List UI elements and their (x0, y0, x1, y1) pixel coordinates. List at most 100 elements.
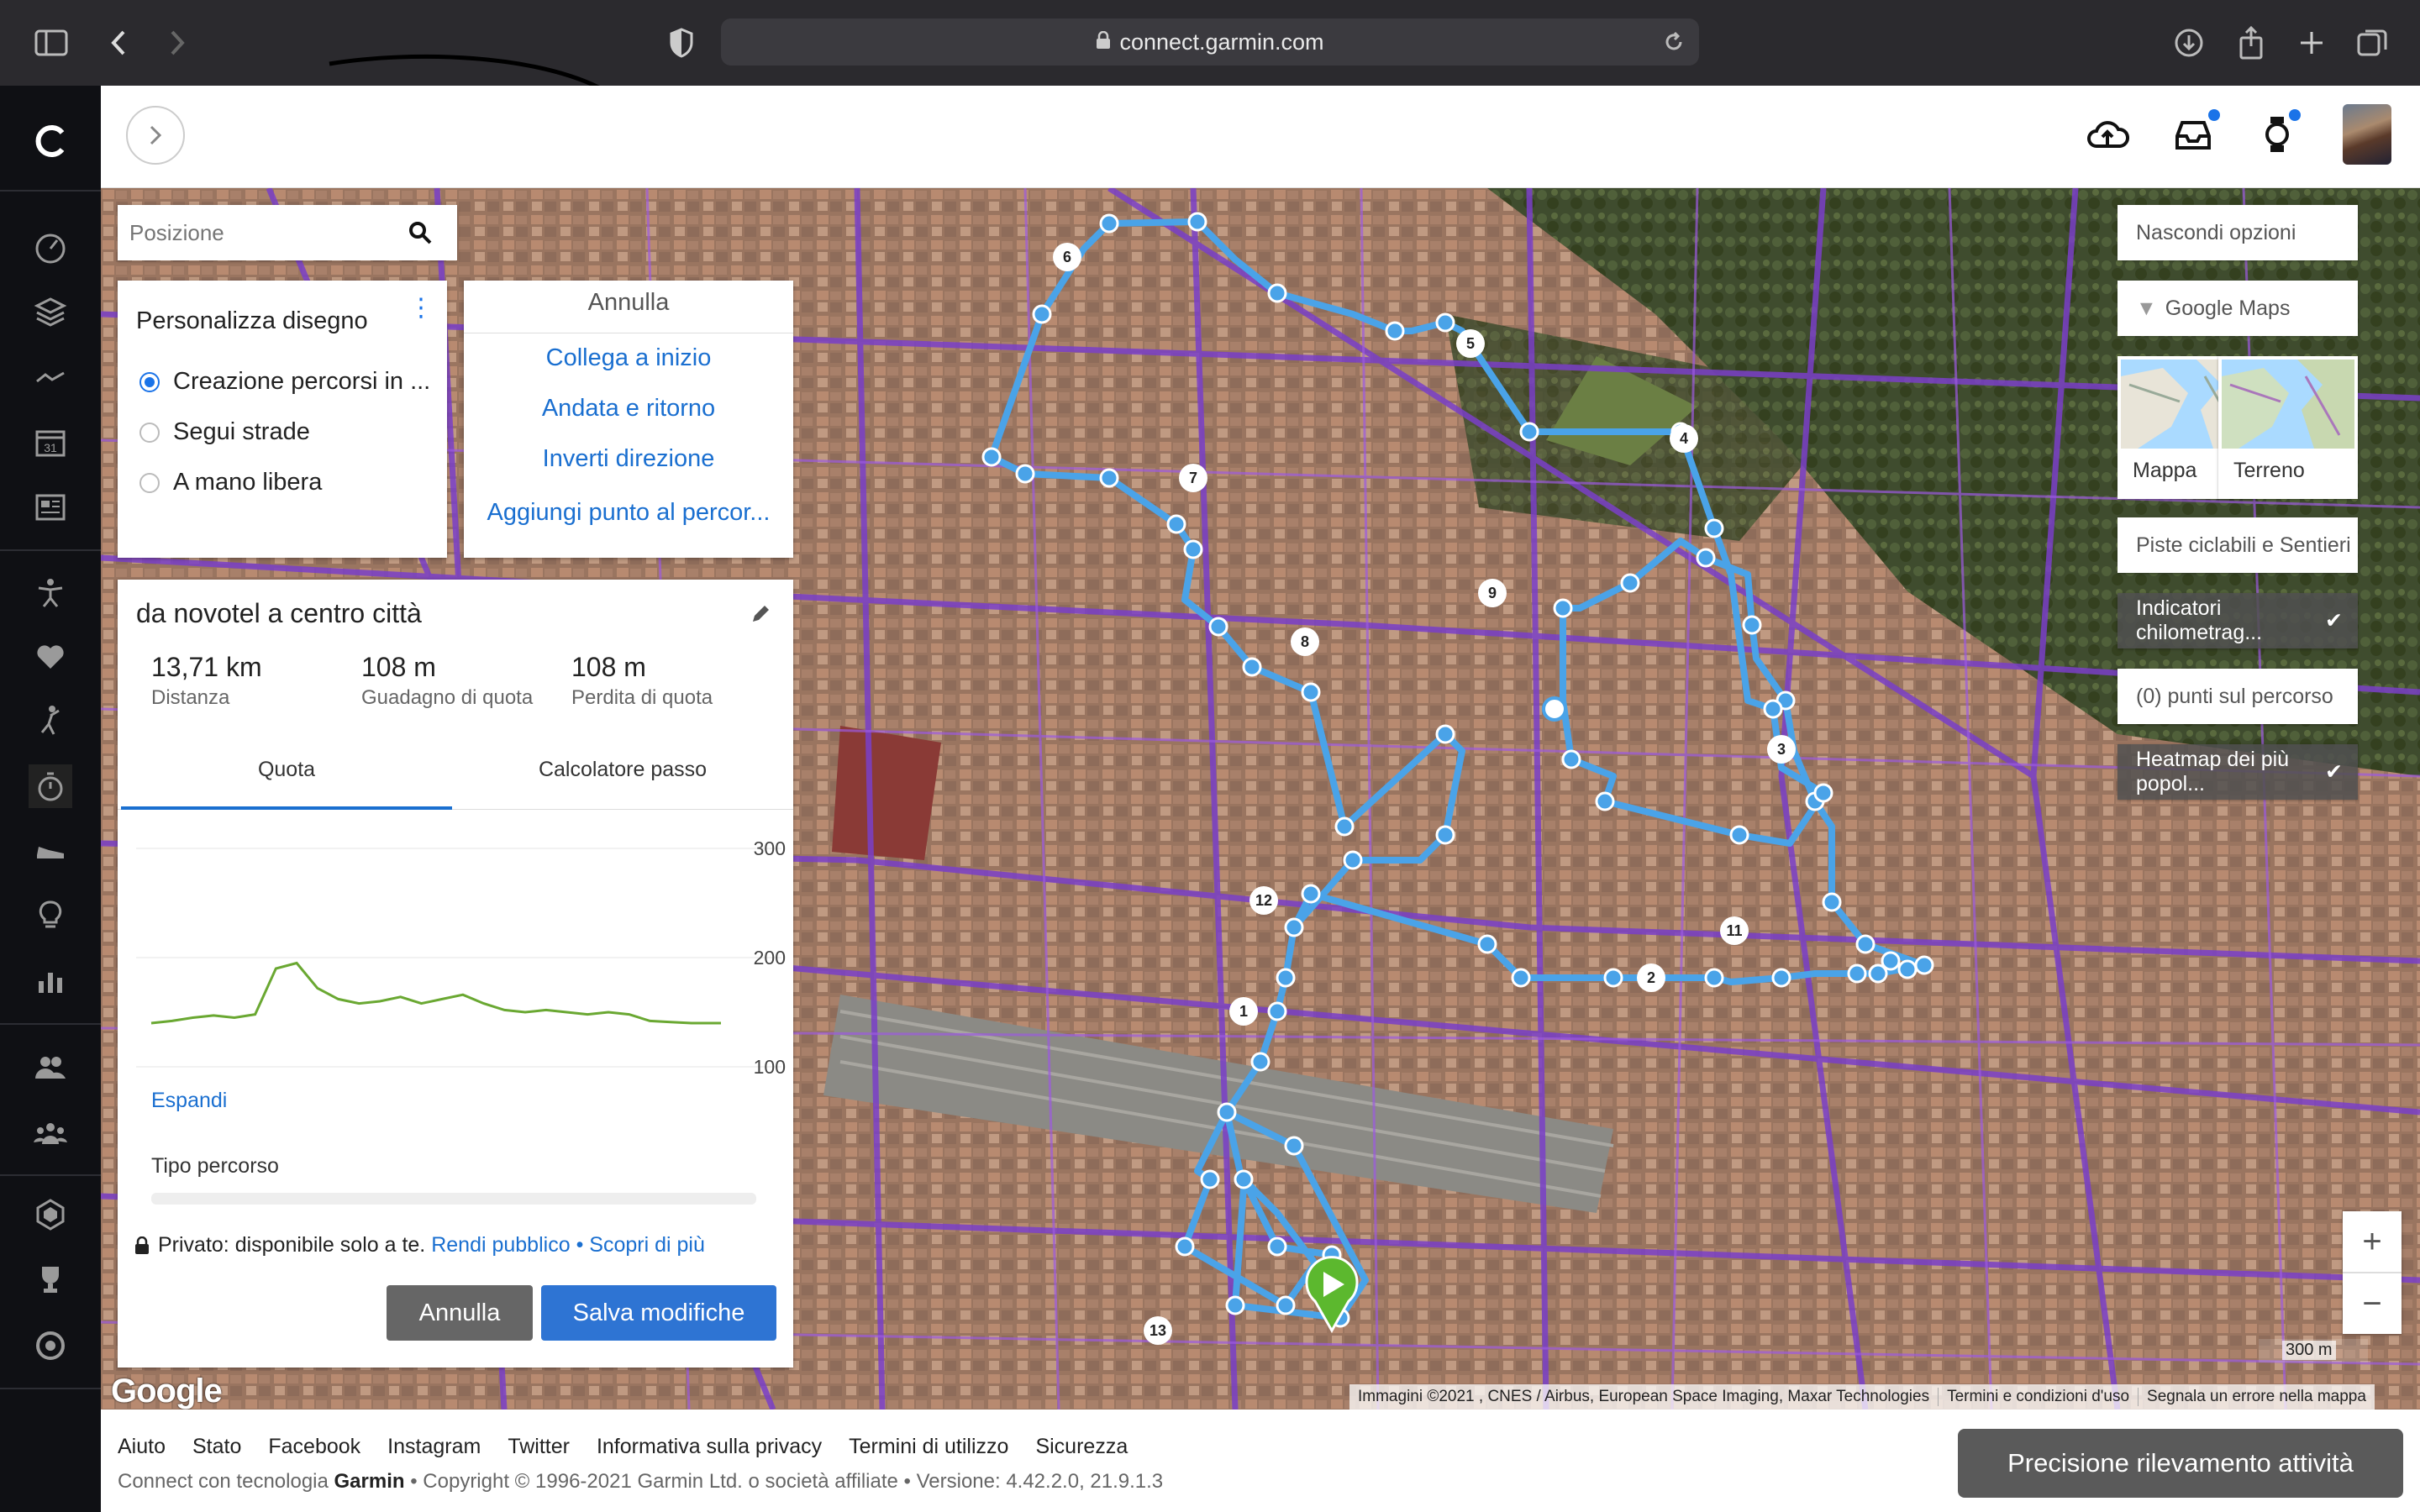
tab-pace-calculator[interactable]: Calcolatore passo (457, 758, 788, 782)
reload-icon[interactable] (1662, 30, 1686, 60)
km-marker: 8 (1291, 627, 1319, 656)
svg-text:13: 13 (1150, 1322, 1166, 1339)
forward-icon[interactable] (156, 22, 198, 64)
device-notification-dot (2289, 109, 2301, 121)
undo-button[interactable]: Annulla (464, 289, 793, 317)
layers-icon[interactable] (29, 291, 72, 334)
footer-link-status[interactable]: Stato (192, 1435, 241, 1459)
map-provider-select[interactable]: ▼ Google Maps (2118, 281, 2358, 336)
draw-customization-panel: Personalizza disegno ⋮ Creazione percors… (118, 281, 447, 558)
report-error-link[interactable]: Segnala un errore nella mappa (2139, 1388, 2375, 1406)
activity-precision-button[interactable]: Precisione rilevamento attività (1958, 1429, 2403, 1498)
svg-text:2: 2 (1647, 969, 1655, 986)
stat-elevation-loss: 108 m Perdita di quota (571, 652, 713, 709)
garmin-coach-icon[interactable] (29, 1324, 72, 1368)
footer-link-facebook[interactable]: Facebook (268, 1435, 360, 1459)
location-search-input[interactable] (118, 219, 395, 246)
privacy-notice: Privato: disponibile solo a te. Rendi pu… (134, 1233, 705, 1257)
separator-dot: • (576, 1233, 584, 1257)
golf-icon[interactable] (29, 699, 72, 743)
km-marker: 6 (1053, 243, 1081, 271)
hide-options-button[interactable]: Nascondi opzioni (2118, 205, 2358, 260)
groups-icon[interactable] (29, 1110, 72, 1154)
tab-elevation[interactable]: Quota (121, 758, 452, 782)
map-type-label: Mappa (2133, 459, 2197, 482)
reports-icon[interactable] (29, 959, 72, 1003)
add-waypoint-button[interactable]: Aggiungi punto al percor... (464, 499, 793, 527)
garmin-connect-logo[interactable] (29, 119, 72, 163)
route-points-toggle[interactable]: (0) punti sul percorso (2118, 669, 2358, 724)
km-marker: 4 (1670, 424, 1698, 453)
radio-unchecked-icon (139, 472, 160, 493)
gear-shoe-icon[interactable] (29, 828, 72, 872)
footer-link-terms[interactable]: Termini di utilizzo (849, 1435, 1008, 1459)
reverse-direction-button[interactable]: Inverti direzione (464, 445, 793, 473)
radio-route-creation[interactable]: Creazione percorsi in ... (139, 368, 430, 396)
footer-link-security[interactable]: Sicurezza (1035, 1435, 1128, 1459)
footer-link-instagram[interactable]: Instagram (387, 1435, 481, 1459)
km-marker: 11 (1720, 916, 1749, 945)
y-tick-label: 300 (754, 837, 786, 859)
connections-icon[interactable] (29, 1045, 72, 1089)
training-timer-icon[interactable] (29, 764, 72, 808)
expand-nav-button[interactable] (126, 106, 185, 165)
zoom-in-button[interactable]: + (2343, 1211, 2402, 1272)
zoom-out-button[interactable]: − (2343, 1273, 2402, 1334)
sidebar-toggle-icon[interactable] (30, 22, 72, 64)
back-icon[interactable] (97, 22, 139, 64)
map-canvas[interactable]: 1 2 3 4 5 6 7 8 9 11 12 13 Posizione Per… (101, 188, 2420, 1410)
km-markers-toggle[interactable]: Indicatori chilometrag... ✔ (2118, 593, 2358, 648)
map-type-label: Terreno (2233, 459, 2305, 482)
route-type-selector[interactable] (151, 1193, 756, 1205)
km-marker: 5 (1456, 329, 1485, 358)
tabs-overview-icon[interactable] (2351, 22, 2393, 64)
link-to-start-button[interactable]: Collega a inizio (464, 344, 793, 372)
heatmap-toggle[interactable]: Heatmap dei più popol... ✔ (2118, 744, 2358, 800)
health-heart-icon[interactable] (29, 635, 72, 679)
address-bar[interactable]: connect.garmin.com (721, 18, 1699, 66)
svg-text:31: 31 (44, 441, 57, 454)
privacy-shield-icon[interactable] (660, 22, 702, 64)
news-icon[interactable] (29, 486, 72, 529)
chevron-right-icon (150, 125, 162, 145)
km-marker: 2 (1637, 963, 1665, 992)
user-avatar[interactable] (2343, 104, 2391, 165)
page-footer: Aiuto Stato Facebook Instagram Twitter I… (101, 1410, 2420, 1512)
edit-pencil-icon[interactable] (750, 603, 771, 629)
km-marker: 3 (1767, 735, 1796, 764)
map-type-terrain[interactable]: Terreno (2218, 356, 2358, 499)
insights-bulb-icon[interactable] (29, 894, 72, 937)
new-tab-icon[interactable] (2291, 22, 2333, 64)
upload-cloud-icon[interactable] (2084, 111, 2131, 158)
stat-elevation-gain: 108 m Guadagno di quota (361, 652, 534, 709)
svg-text:9: 9 (1488, 585, 1497, 601)
terms-link[interactable]: Termini e condizioni d'uso (1939, 1388, 2139, 1406)
footer-link-privacy[interactable]: Informativa sulla privacy (597, 1435, 822, 1459)
training-icon[interactable] (29, 571, 72, 615)
out-and-back-button[interactable]: Andata e ritorno (464, 395, 793, 423)
learn-more-link[interactable]: Scopri di più (589, 1233, 705, 1257)
radio-unchecked-icon (139, 422, 160, 443)
activity-line-icon[interactable] (29, 356, 72, 400)
expand-link[interactable]: Espandi (151, 1089, 227, 1113)
imagery-credit: Immagini ©2021 , CNES / Airbus, European… (1349, 1388, 1939, 1406)
share-icon[interactable] (2230, 22, 2272, 64)
map-provider-label: Google Maps (2165, 296, 2291, 320)
footer-link-help[interactable]: Aiuto (118, 1435, 166, 1459)
more-options-icon[interactable]: ⋮ (408, 296, 434, 321)
save-changes-button[interactable]: Salva modifiche (541, 1285, 776, 1341)
radio-follow-roads[interactable]: Segui strade (139, 418, 310, 446)
download-icon[interactable] (2168, 22, 2210, 64)
challenges-trophy-icon[interactable] (29, 1258, 72, 1302)
dashboard-icon[interactable] (29, 225, 72, 269)
search-icon[interactable] (395, 205, 445, 260)
svg-text:4: 4 (1680, 430, 1688, 447)
footer-link-twitter[interactable]: Twitter (508, 1435, 570, 1459)
make-public-link[interactable]: Rendi pubblico (431, 1233, 570, 1257)
bike-trails-toggle[interactable]: Piste ciclabili e Sentieri (2118, 517, 2358, 573)
cancel-button[interactable]: Annulla (387, 1285, 533, 1341)
radio-freehand[interactable]: A mano libera (139, 469, 322, 496)
badges-icon[interactable] (29, 1193, 72, 1236)
location-search (118, 205, 457, 260)
calendar-icon[interactable]: 31 (29, 420, 72, 464)
